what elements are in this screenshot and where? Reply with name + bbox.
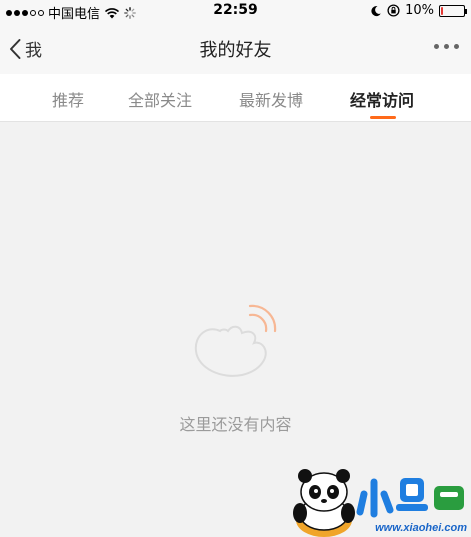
chevron-left-icon	[10, 38, 21, 59]
more-dots-icon	[454, 44, 459, 49]
watermark-url: www.xiaohei.com	[375, 522, 467, 534]
signal-dot	[30, 9, 36, 16]
more-dots-icon	[434, 44, 439, 49]
more-dots-icon	[444, 44, 449, 49]
status-bar: 中国电信 22:59 10%	[0, 0, 471, 22]
tab-frequently-visited[interactable]: 经常访问	[350, 87, 414, 111]
tab-bar: 推荐 全部关注 最新发博 经常访问	[0, 74, 471, 122]
carrier-name: 中国电信	[48, 7, 101, 22]
tab-recommended[interactable]: 推荐	[52, 87, 84, 111]
wifi-icon	[104, 7, 120, 18]
signal-dot	[22, 9, 28, 16]
battery-percent: 10%	[405, 3, 434, 18]
signal-dot	[38, 9, 44, 16]
watermark-logo: www.xiaohei.com	[278, 468, 471, 537]
signal-dot	[14, 9, 20, 16]
status-left: 中国电信	[6, 3, 136, 22]
orientation-lock-icon	[387, 4, 400, 17]
more-options-button[interactable]	[434, 40, 459, 53]
battery-fill	[441, 6, 443, 15]
active-tab-indicator	[370, 116, 396, 119]
battery-icon	[439, 4, 467, 17]
battery-tip	[465, 8, 467, 14]
tab-latest-posts[interactable]: 最新发博	[239, 87, 303, 111]
back-label: 我	[25, 41, 42, 61]
navigation-bar: 我 我的好友	[0, 22, 471, 74]
signal-strength-icon	[6, 9, 44, 16]
back-button[interactable]: 我	[8, 36, 42, 61]
tab-all-following[interactable]: 全部关注	[128, 87, 192, 111]
empty-state-message: 这里还没有内容	[179, 415, 292, 434]
loading-spinner-icon	[124, 6, 136, 19]
weibo-outline-icon	[194, 304, 277, 377]
do-not-disturb-moon-icon	[371, 5, 381, 16]
status-right: 10%	[370, 3, 467, 18]
signal-dot	[6, 9, 12, 16]
page-title: 我的好友	[199, 40, 272, 61]
